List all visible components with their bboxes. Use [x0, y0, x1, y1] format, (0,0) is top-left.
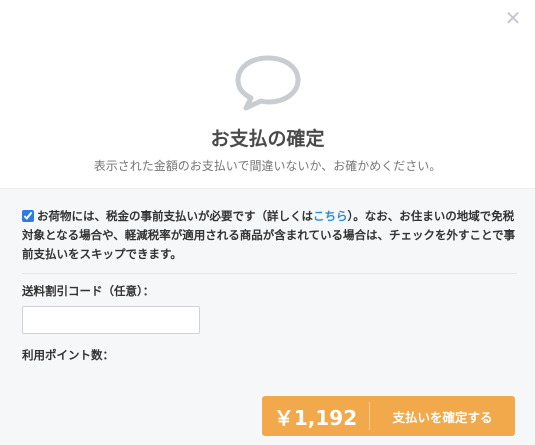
confirm-payment-label: 支払いを確定する	[392, 409, 493, 425]
tax-prepay-notice: お荷物には、税金の事前支払いが必要です（詳しくはこちら）。なお、お住まいの地域で…	[22, 207, 518, 264]
shipping-code-input[interactable]	[22, 306, 200, 334]
details-link[interactable]: こちら	[313, 209, 348, 223]
speech-bubble-icon	[235, 55, 301, 111]
tax-prepay-checkbox[interactable]	[22, 210, 34, 222]
divider	[22, 273, 517, 274]
confirm-payment-button[interactable]: ￥1,192 支払いを確定する	[262, 396, 515, 436]
notice-text-before: お荷物には、税金の事前支払いが必要です（詳しくは	[37, 209, 313, 223]
payment-confirmation-dialog: ✕ お支払の確定 表示された金額のお支払いで間違いないか、お確かめください。 お…	[0, 0, 535, 445]
dialog-subtitle: 表示された金額のお支払いで間違いないか、お確かめください。	[93, 159, 442, 173]
dialog-title: お支払の確定	[210, 128, 325, 150]
payment-amount: ￥1,192	[273, 405, 358, 430]
dialog-body: お荷物には、税金の事前支払いが必要です（詳しくはこちら）。なお、お住まいの地域で…	[0, 188, 535, 445]
shipping-code-label: 送料割引コード（任意）：	[22, 284, 155, 298]
close-icon[interactable]: ✕	[504, 8, 522, 28]
points-label: 利用ポイント数：	[22, 348, 114, 362]
